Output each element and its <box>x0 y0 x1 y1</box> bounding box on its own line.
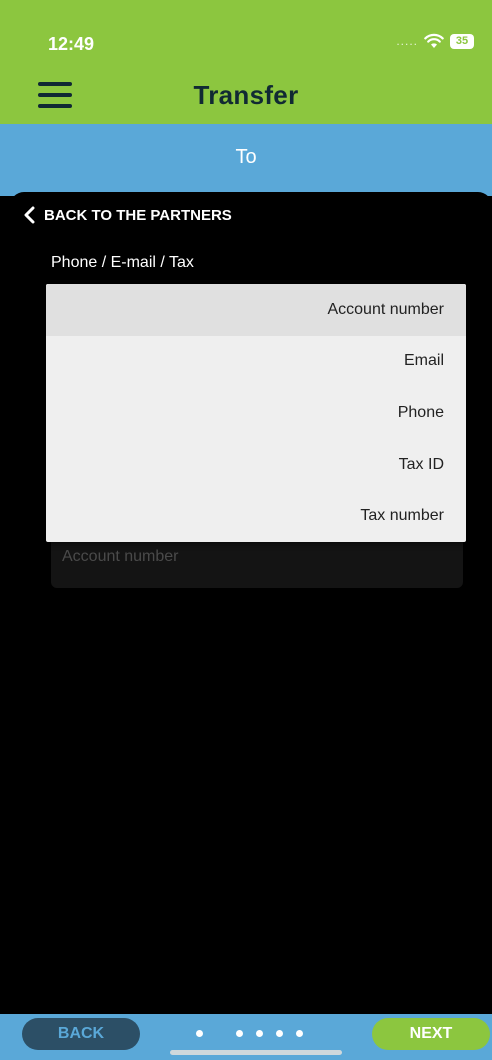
phone-screen: 12:49 ..... 35 Transfer To BACK TO THE P… <box>0 0 492 1060</box>
identifier-type-dropdown[interactable]: Account number Email Phone Tax ID Tax nu… <box>46 284 466 542</box>
chevron-left-icon <box>24 206 35 224</box>
status-icons: ..... 35 <box>396 33 474 49</box>
back-button[interactable]: BACK <box>22 1018 140 1050</box>
pager-dot <box>236 1030 243 1037</box>
back-to-partners-label: BACK TO THE PARTNERS <box>44 206 232 224</box>
step-header: To <box>0 124 492 196</box>
pager-dot-active <box>216 1030 223 1037</box>
dropdown-option-tax-id[interactable]: Tax ID <box>46 439 466 491</box>
page-title: Transfer <box>193 80 299 110</box>
dropdown-option-phone[interactable]: Phone <box>46 387 466 439</box>
status-time: 12:49 <box>48 34 95 54</box>
pager-dot <box>276 1030 283 1037</box>
pager-dot <box>296 1030 303 1037</box>
back-to-partners-link[interactable]: BACK TO THE PARTNERS <box>22 206 232 224</box>
signal-icon: ..... <box>396 34 418 48</box>
identifier-field-label: Phone / E-mail / Tax <box>51 254 194 271</box>
identifier-input[interactable]: Account number <box>51 534 463 588</box>
home-indicator <box>170 1050 342 1055</box>
next-button[interactable]: NEXT <box>372 1018 490 1050</box>
identifier-input-placeholder: Account number <box>62 548 179 565</box>
battery-icon: 35 <box>450 33 474 49</box>
dropdown-option-tax-number[interactable]: Tax number <box>46 490 466 542</box>
wifi-icon <box>424 33 444 48</box>
pager-dot <box>256 1030 263 1037</box>
dropdown-option-email[interactable]: Email <box>46 336 466 388</box>
dropdown-option-account-number[interactable]: Account number <box>46 284 466 336</box>
pager-dot <box>196 1030 203 1037</box>
app-header: 12:49 ..... 35 Transfer <box>0 0 492 124</box>
step-label: To <box>235 146 257 168</box>
step-pager <box>196 1030 303 1037</box>
